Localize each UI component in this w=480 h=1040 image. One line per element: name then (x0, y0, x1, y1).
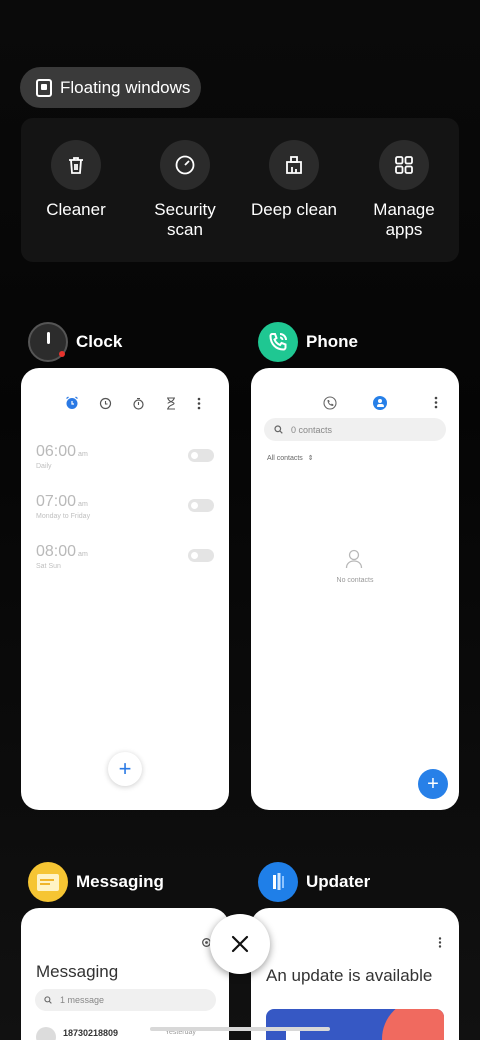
close-all-button[interactable] (210, 914, 270, 974)
alarm-toggle[interactable] (188, 549, 214, 562)
deep-clean-button[interactable]: Deep clean (239, 140, 349, 220)
messages-search-input[interactable]: 1 message (35, 989, 216, 1011)
home-indicator[interactable] (150, 1027, 330, 1031)
contacts-tab-icon[interactable] (373, 396, 387, 410)
empty-contacts-icon (345, 549, 363, 569)
add-contact-button[interactable]: + (418, 769, 448, 799)
clock-tabs (65, 396, 201, 410)
deep-clean-icon (269, 140, 319, 190)
more-options-icon[interactable] (438, 937, 442, 948)
trash-icon (51, 140, 101, 190)
cleaner-label: Cleaner (46, 200, 106, 219)
alarm-toggle[interactable] (188, 499, 214, 512)
alarm-repeat: Sat Sun (36, 563, 61, 570)
updater-app-preview[interactable]: An update is available (251, 908, 459, 1040)
alarm-item[interactable]: 06:00 am Daily (36, 443, 214, 470)
security-scan-icon (160, 140, 210, 190)
add-alarm-button[interactable]: + (108, 752, 142, 786)
messaging-app-icon (28, 862, 68, 902)
messaging-app-name: Messaging (76, 872, 164, 891)
manage-apps-button[interactable]: Manage apps (349, 140, 459, 240)
alarm-time: 07:00 am (36, 493, 88, 510)
floating-window-icon (36, 78, 52, 97)
close-icon (231, 935, 249, 953)
deep-clean-label: Deep clean (250, 200, 337, 219)
search-icon (44, 996, 52, 1004)
messaging-title: Messaging (36, 962, 119, 981)
empty-contacts-text: No contacts (336, 577, 374, 584)
contacts-search-input[interactable]: 0 contacts (264, 418, 446, 441)
contacts-filter-label: All contacts (267, 454, 303, 462)
alarm-repeat: Monday to Friday (36, 513, 91, 520)
contacts-search-placeholder: 0 contacts (291, 424, 333, 435)
more-options-icon[interactable] (434, 396, 438, 409)
alarm-item[interactable]: 08:00 am Sat Sun (36, 543, 214, 570)
stopwatch-tab-icon[interactable] (132, 397, 145, 410)
updater-app-icon (258, 862, 298, 902)
clock-app-header[interactable]: Clock (28, 322, 122, 362)
phone-app-header[interactable]: Phone (258, 322, 358, 362)
phone-app-icon (258, 322, 298, 362)
messaging-app-preview[interactable]: Messaging 1 message 18730218809 Yesterda… (21, 908, 229, 1040)
clock-app-preview[interactable]: 06:00 am Daily 07:00 am Monday to Friday 0… (21, 368, 229, 810)
sort-icon: ⇕ (307, 455, 314, 462)
grid-icon (379, 140, 429, 190)
floating-windows-button[interactable]: Floating windows (20, 67, 201, 108)
security-scan-label: Security scan (154, 200, 216, 239)
alarm-item[interactable]: 07:00 am Monday to Friday (36, 493, 214, 520)
more-options-icon[interactable] (197, 397, 201, 410)
clock-app-name: Clock (76, 332, 123, 351)
update-title: An update is available (266, 966, 433, 985)
messages-search-placeholder: 1 message (60, 995, 105, 1005)
security-scan-button[interactable]: Security scan (130, 140, 240, 240)
cleaner-button[interactable]: Cleaner (21, 140, 131, 220)
calls-tab-icon[interactable] (323, 396, 337, 410)
alarm-tab-icon[interactable] (65, 396, 79, 410)
updater-app-name: Updater (306, 872, 371, 891)
alarm-toggle[interactable] (188, 449, 214, 462)
world-clock-tab-icon[interactable] (99, 397, 112, 410)
alarm-repeat: Daily (36, 463, 52, 470)
messaging-app-header[interactable]: Messaging (28, 862, 164, 902)
timer-tab-icon[interactable] (165, 396, 177, 410)
quick-tools-panel: Cleaner Security scan Deep clean Manage … (21, 118, 459, 262)
message-sender: 18730218809 (63, 1028, 119, 1038)
update-banner (266, 1009, 444, 1040)
clock-app-icon (28, 322, 68, 362)
updater-app-header[interactable]: Updater (258, 862, 370, 902)
phone-app-name: Phone (306, 332, 358, 351)
contacts-filter[interactable]: All contacts ⇕ (267, 454, 314, 463)
alarm-time: 08:00 am (36, 543, 88, 560)
avatar (36, 1027, 56, 1040)
phone-app-preview[interactable]: 0 contacts All contacts ⇕ No contacts + (251, 368, 459, 810)
floating-windows-label: Floating windows (60, 77, 191, 97)
search-icon (274, 425, 283, 434)
manage-apps-label: Manage apps (373, 200, 435, 239)
alarm-time: 06:00 am (36, 443, 88, 460)
